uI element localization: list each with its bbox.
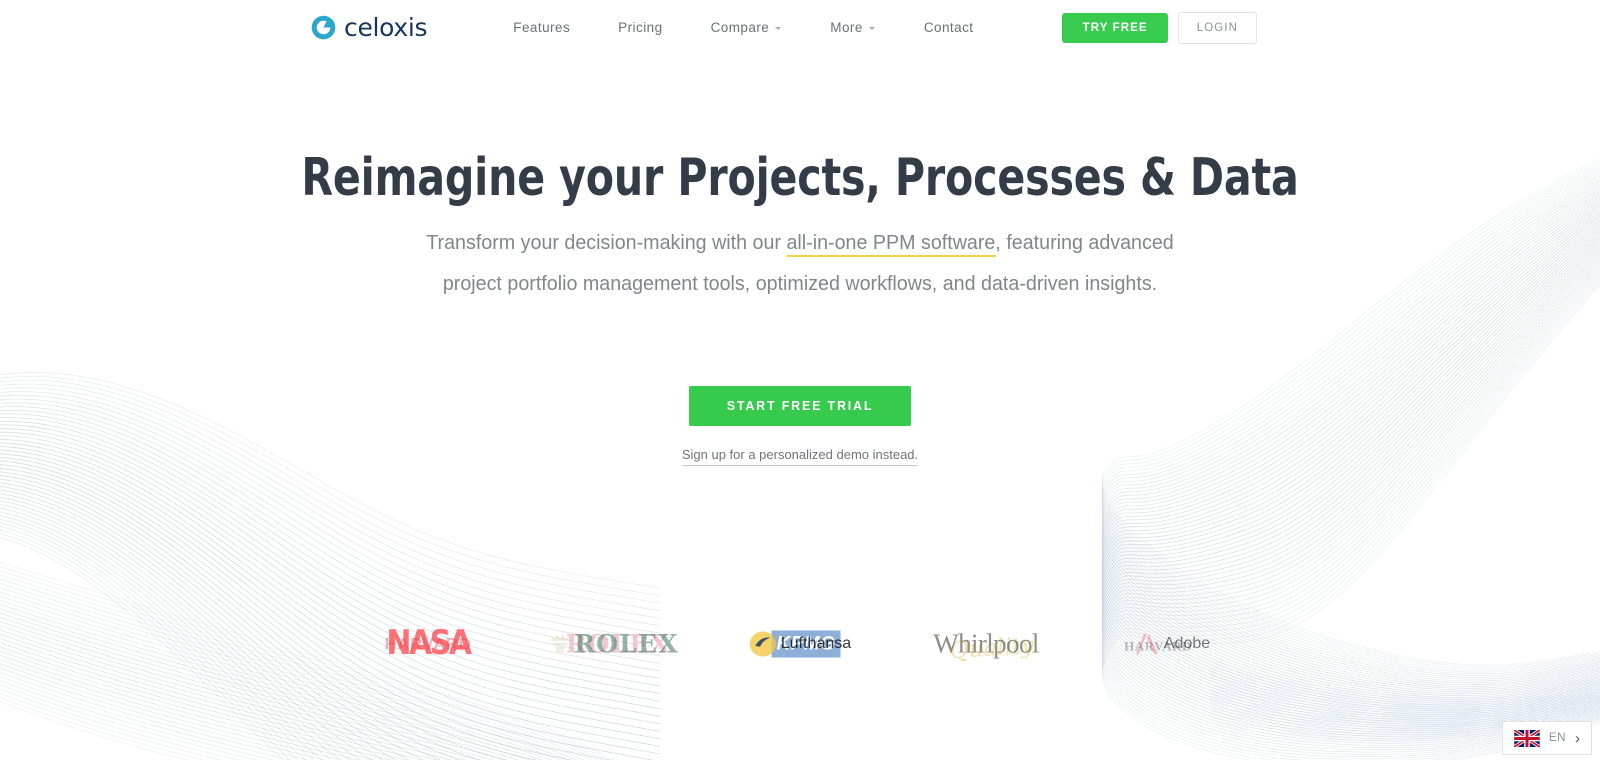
chevron-down-icon — [775, 25, 782, 32]
hero-subtitle: Transform your decision-making with our … — [416, 206, 1184, 304]
rolex-crown-icon — [551, 633, 569, 653]
hero-subtitle-part1: Transform your decision-making with our — [426, 231, 787, 255]
adobe-logo-icon: Adobe — [1134, 632, 1210, 656]
nav-label: Pricing — [618, 20, 663, 35]
nav-item-compare[interactable]: Compare — [687, 20, 807, 35]
client-logo-whirlpool[interactable]: Quality Whirlpool — [893, 608, 1079, 680]
client-logo-strip: HARVARD NASA ROLEX ROLEX KPMG Lufthansa … — [0, 608, 1600, 680]
client-logo-rolex[interactable]: ROLEX ROLEX — [521, 608, 707, 680]
client-logo-nasa[interactable]: HARVARD NASA — [335, 608, 521, 680]
language-switcher[interactable]: EN › — [1501, 721, 1592, 755]
nav-label: More — [830, 20, 863, 35]
chevron-down-icon — [868, 25, 876, 32]
nav-item-pricing[interactable]: Pricing — [594, 20, 686, 35]
lufthansa-crane-icon — [749, 631, 776, 657]
rolex-wordmark: ROLEX — [574, 629, 679, 659]
client-logo-adobe[interactable]: HARVARD Adobe — [1079, 608, 1265, 680]
brand-wordmark: celoxis — [344, 13, 428, 42]
nav-label: Contact — [923, 20, 974, 35]
uk-flag-icon — [1513, 729, 1540, 747]
client-logo-lufthansa[interactable]: KPMG Lufthansa — [707, 608, 893, 680]
hero-cta-group: START FREE TRIAL Sign up for a personali… — [0, 304, 1600, 467]
brand-logo-link[interactable]: celoxis — [310, 10, 428, 46]
celoxis-c-logo-icon — [311, 15, 336, 40]
nav-item-more[interactable]: More — [806, 20, 900, 35]
whirlpool-logo-icon: Whirlpool — [933, 628, 1039, 659]
nav-item-contact[interactable]: Contact — [900, 20, 998, 35]
page-title: Reimagine your Projects, Processes & Dat… — [301, 148, 1299, 208]
personalized-demo-link[interactable]: Sign up for a personalized demo instead. — [681, 447, 919, 467]
language-code: EN — [1548, 732, 1566, 744]
hero-section: Reimagine your Projects, Processes & Dat… — [0, 55, 1600, 467]
page-root: celoxis Features Pricing Compare More Co… — [0, 0, 1600, 760]
nav-label: Features — [513, 20, 571, 35]
adobe-wordmark: Adobe — [1163, 635, 1211, 652]
rolex-logo-icon: ROLEX — [549, 632, 679, 657]
start-free-trial-button[interactable]: START FREE TRIAL — [689, 386, 911, 427]
header-actions: TRY FREE LOGIN — [1061, 11, 1257, 44]
nasa-logo-icon: NASA — [386, 623, 472, 664]
login-button[interactable]: LOGIN — [1177, 11, 1257, 44]
main-navigation: Features Pricing Compare More Contact — [489, 20, 997, 35]
adobe-a-mark-icon — [1135, 633, 1158, 655]
lufthansa-wordmark: Lufthansa — [780, 635, 852, 652]
try-free-button[interactable]: TRY FREE — [1061, 12, 1168, 43]
lufthansa-logo-icon: Lufthansa — [749, 630, 851, 658]
nav-item-features[interactable]: Features — [489, 20, 594, 35]
hero-inline-link[interactable]: all-in-one PPM software — [786, 231, 996, 258]
site-header: celoxis Features Pricing Compare More Co… — [0, 0, 1600, 55]
chevron-right-icon: › — [1575, 729, 1580, 747]
nav-label: Compare — [710, 20, 770, 35]
